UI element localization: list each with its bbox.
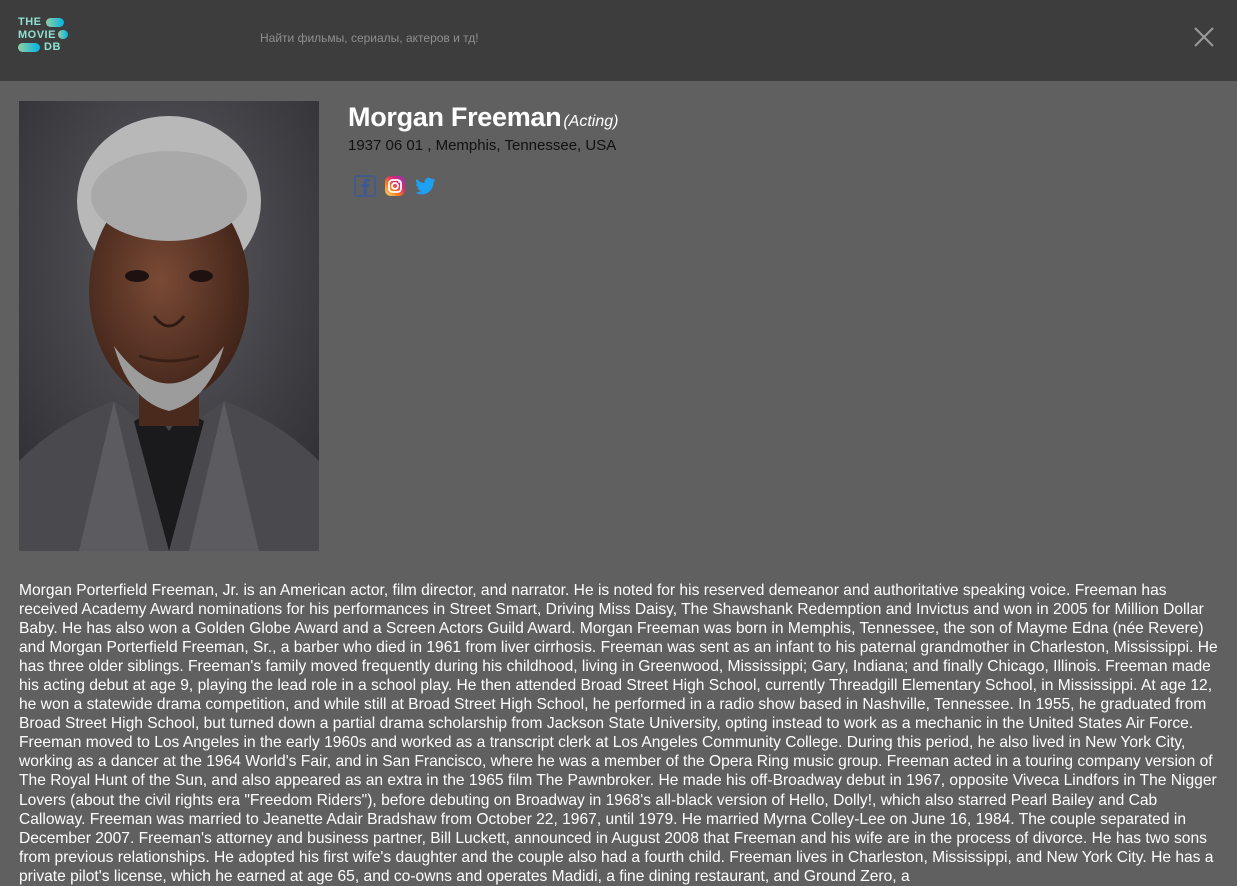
logo-pill — [45, 17, 64, 27]
logo-text-movie: MOVIE — [18, 28, 56, 41]
top-bar: THE MOVIE DB — [0, 0, 1237, 81]
close-icon[interactable] — [1193, 26, 1215, 48]
twitter-icon[interactable] — [413, 174, 437, 198]
facebook-icon[interactable] — [353, 174, 377, 198]
logo-pill — [57, 30, 68, 40]
logo-text-the: THE — [18, 16, 42, 28]
instagram-icon[interactable] — [383, 174, 407, 198]
person-role: (Acting) — [563, 113, 619, 130]
person-info: Morgan Freeman (Acting) 1937 06 01 , Mem… — [348, 102, 1208, 197]
profile-photo — [19, 101, 319, 551]
logo-text-db: DB — [44, 41, 61, 53]
search-input[interactable] — [260, 28, 1060, 48]
name-row: Morgan Freeman (Acting) — [348, 102, 1208, 133]
person-name: Morgan Freeman — [348, 102, 562, 132]
logo-pill — [18, 42, 40, 52]
birth-info: 1937 06 01 , Memphis, Tennessee, USA — [348, 137, 617, 154]
biography-text: Morgan Porterfield Freeman, Jr. is an Am… — [19, 582, 1218, 885]
tmdb-logo[interactable]: THE MOVIE DB — [18, 16, 74, 56]
social-links — [353, 174, 437, 198]
